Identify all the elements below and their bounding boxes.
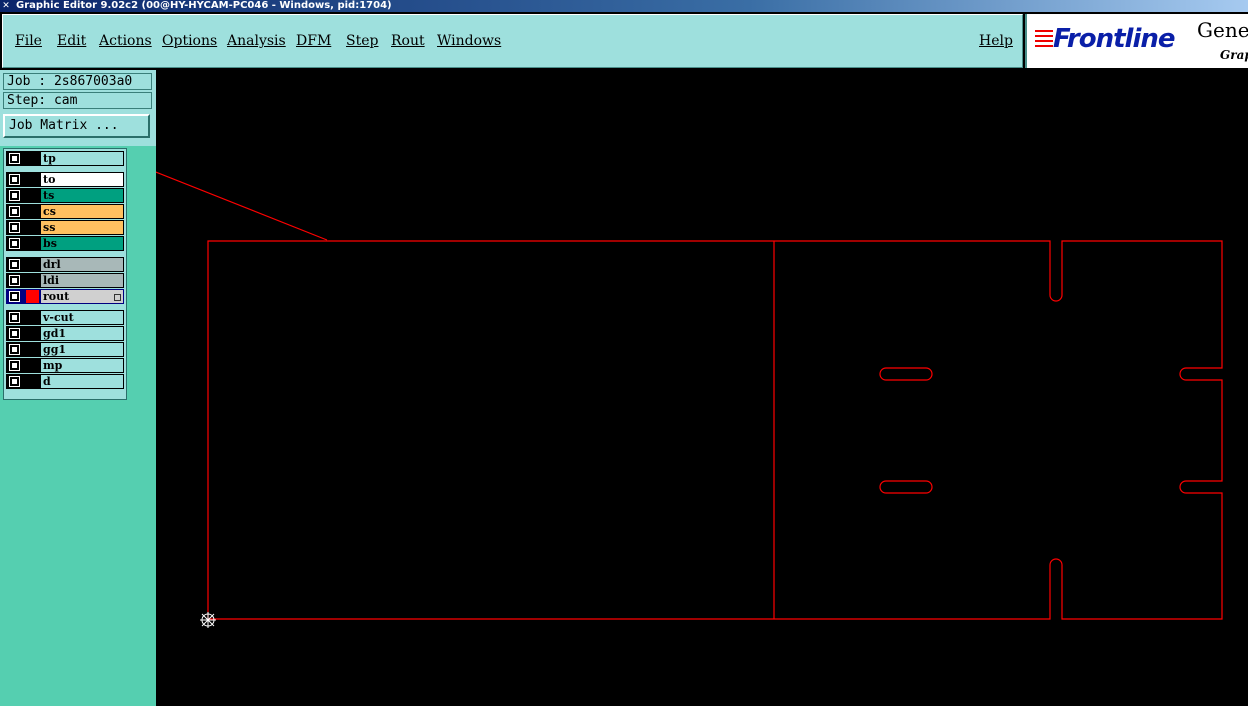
job-label: Job : 2s867003a0: [3, 73, 152, 90]
layer-row-gg1[interactable]: gg1: [6, 342, 124, 357]
menu-help[interactable]: Help: [979, 33, 1013, 49]
step-label: Step: cam: [3, 92, 152, 109]
layer-color-swatch[interactable]: [26, 290, 39, 303]
layer-name[interactable]: ts: [41, 189, 123, 202]
logo-suffix: Gene: [1197, 18, 1248, 42]
layer-checkbox[interactable]: [9, 328, 20, 339]
layer-name[interactable]: ss: [41, 221, 123, 234]
layer-color-swatch[interactable]: [26, 343, 39, 356]
layer-color-swatch[interactable]: [26, 237, 39, 250]
layer-checkbox[interactable]: [9, 259, 20, 270]
layer-color-swatch[interactable]: [26, 327, 39, 340]
layer-name[interactable]: bs: [41, 237, 123, 250]
frontline-logo: Frontline Gene Grap: [1025, 14, 1248, 68]
layer-row-drl[interactable]: drl: [6, 257, 124, 272]
logo-speed-lines: [1035, 30, 1053, 50]
layer-checkbox[interactable]: [9, 344, 20, 355]
layer-color-swatch[interactable]: [26, 258, 39, 271]
layer-color-swatch[interactable]: [26, 205, 39, 218]
layer-checkbox[interactable]: [9, 238, 20, 249]
layer-checkbox[interactable]: [9, 174, 20, 185]
layer-name[interactable]: to: [41, 173, 123, 186]
menu-rout[interactable]: Rout: [391, 33, 425, 49]
layer-color-swatch[interactable]: [26, 173, 39, 186]
layer-color-swatch[interactable]: [26, 189, 39, 202]
menu-edit[interactable]: Edit: [57, 33, 86, 49]
layer-color-swatch[interactable]: [26, 311, 39, 324]
logo-brand: Frontline: [1053, 24, 1175, 54]
menu-options[interactable]: Options: [162, 33, 217, 49]
layer-name[interactable]: ldi: [41, 274, 123, 287]
layer-checkbox[interactable]: [9, 360, 20, 371]
layer-checkbox[interactable]: [9, 222, 20, 233]
layer-name[interactable]: cs: [41, 205, 123, 218]
layer-name[interactable]: gd1: [41, 327, 123, 340]
menu-windows[interactable]: Windows: [437, 33, 501, 49]
menu-bar: File Edit Actions Options Analysis DFM S…: [2, 14, 1023, 68]
layer-name[interactable]: v-cut: [41, 311, 123, 324]
layer-color-swatch[interactable]: [26, 359, 39, 372]
layer-options-icon[interactable]: [114, 294, 121, 301]
board-outline: [207, 240, 1223, 620]
layer-name[interactable]: tp: [41, 152, 123, 165]
job-info-panel: Job : 2s867003a0 Step: cam Job Matrix ..…: [0, 70, 156, 146]
layer-checkbox[interactable]: [9, 275, 20, 286]
layer-row-v-cut[interactable]: v-cut: [6, 310, 124, 325]
layer-checkbox[interactable]: [9, 376, 20, 387]
layer-color-swatch[interactable]: [26, 152, 39, 165]
layer-checkbox[interactable]: [9, 153, 20, 164]
layer-name[interactable]: gg1: [41, 343, 123, 356]
layer-row-mp[interactable]: mp: [6, 358, 124, 373]
layer-color-swatch[interactable]: [26, 375, 39, 388]
logo-sub: Grap: [1220, 48, 1248, 62]
layer-row-bs[interactable]: bs: [6, 236, 124, 251]
layer-name[interactable]: rout: [41, 290, 123, 303]
arrow-line: [156, 171, 328, 241]
layer-row-cs[interactable]: cs: [6, 204, 124, 219]
menu-actions[interactable]: Actions: [99, 33, 152, 49]
layer-checkbox[interactable]: [9, 206, 20, 217]
layer-row-gd1[interactable]: gd1: [6, 326, 124, 341]
left-pane: Job : 2s867003a0 Step: cam Job Matrix ..…: [0, 70, 156, 706]
layer-row-rout[interactable]: rout: [6, 289, 124, 304]
layer-checkbox[interactable]: [9, 312, 20, 323]
layer-row-ss[interactable]: ss: [6, 220, 124, 235]
layer-row-tp[interactable]: tp: [6, 151, 124, 166]
graphics-canvas[interactable]: [156, 70, 1248, 706]
slot-upper: [879, 367, 933, 381]
menu-dfm[interactable]: DFM: [296, 33, 331, 49]
menu-file[interactable]: File: [15, 33, 42, 49]
layer-name[interactable]: drl: [41, 258, 123, 271]
board-drawing: [156, 171, 1223, 628]
window-title: Graphic Editor 9.02c2 (00@HY-HYCAM-PC046…: [16, 0, 392, 11]
slot-lower: [879, 480, 933, 494]
job-matrix-button[interactable]: Job Matrix ...: [3, 114, 150, 138]
menu-analysis[interactable]: Analysis: [227, 33, 286, 49]
layer-row-to[interactable]: to: [6, 172, 124, 187]
origin-marker: [200, 612, 216, 628]
title-bar: ✕ Graphic Editor 9.02c2 (00@HY-HYCAM-PC04…: [0, 0, 1248, 12]
layer-name[interactable]: d: [41, 375, 123, 388]
layer-color-swatch[interactable]: [26, 221, 39, 234]
layer-checkbox[interactable]: [9, 190, 20, 201]
layer-name[interactable]: mp: [41, 359, 123, 372]
menu-step[interactable]: Step: [346, 33, 378, 49]
layer-checkbox[interactable]: [9, 291, 20, 302]
app-icon: ✕: [2, 1, 10, 11]
layer-row-ldi[interactable]: ldi: [6, 273, 124, 288]
layer-color-swatch[interactable]: [26, 274, 39, 287]
layer-row-ts[interactable]: ts: [6, 188, 124, 203]
layer-list: tp to ts cs ss bs drl ldi rout v-cut gd1 gg1 mp d: [3, 148, 127, 400]
layer-row-d[interactable]: d: [6, 374, 124, 389]
